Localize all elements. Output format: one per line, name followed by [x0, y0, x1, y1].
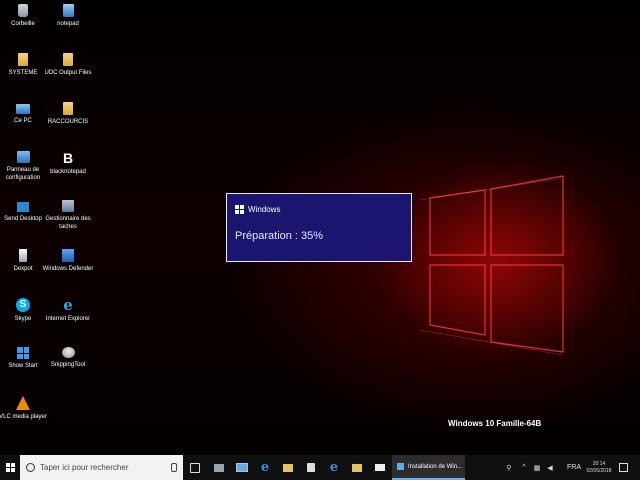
setup-progress-text: Préparation : 35%: [235, 230, 324, 242]
file-explorer-icon: [283, 463, 293, 472]
taskbar-app-button[interactable]: [210, 455, 228, 480]
tray-overflow-button[interactable]: ^: [518, 455, 530, 480]
chevron-up-icon: ^: [522, 464, 526, 471]
control-panel-icon: [16, 151, 30, 163]
folder-icon: [63, 53, 73, 66]
send-desktop-icon: [17, 202, 29, 212]
language-label: FRA: [567, 464, 581, 471]
desktop-icon-task-manager[interactable]: Gestionnaire des taches: [37, 200, 99, 231]
microphone-icon[interactable]: [171, 463, 177, 472]
desktop-icon-snipping-tool[interactable]: SnippingTool: [37, 347, 99, 369]
setup-app-icon: [397, 463, 404, 470]
taskbar-explorer-button[interactable]: [279, 455, 297, 480]
mail-icon: [375, 464, 385, 471]
show-start-icon: [17, 347, 29, 359]
notepad-icon: [62, 4, 74, 17]
action-center-button[interactable]: [616, 455, 630, 480]
store-icon: [307, 463, 315, 472]
task-view-icon: [190, 462, 200, 473]
desktop-icon-udc-output-files[interactable]: UDC Output Files: [37, 53, 99, 77]
desktop-icon-label: UDC Output Files: [44, 70, 92, 76]
notification-icon: [618, 463, 628, 472]
taskbar-app-button[interactable]: [233, 455, 251, 480]
desktop-icon-label: SnippingTool: [50, 362, 86, 368]
taskbar-running-app-windows-setup[interactable]: Installation de Win...: [392, 455, 465, 480]
windows-logo-icon: [5, 463, 15, 472]
task-manager-icon: [62, 200, 74, 212]
desktop-icon-label: Gestionnaire des taches: [45, 216, 91, 230]
desktop-icon-label: Windows Defender: [42, 266, 94, 272]
search-placeholder: Taper ici pour rechercher: [40, 463, 129, 472]
folder-icon: [63, 102, 73, 115]
taskbar-explorer-button[interactable]: [348, 455, 366, 480]
desktop-icon-label: blacknotepad: [50, 169, 86, 175]
snipping-tool-icon: [61, 347, 75, 358]
taskbar-edge-button[interactable]: e: [256, 455, 274, 480]
desktop-icon-label: VLC media player: [0, 414, 47, 420]
blacknotepad-icon: B: [62, 150, 74, 166]
this-pc-icon: [16, 104, 30, 114]
clock-date: 02/05/2018: [586, 468, 612, 474]
desktop-icon-windows-defender[interactable]: Windows Defender: [37, 249, 99, 273]
taskbar-edge-button[interactable]: e: [325, 455, 343, 480]
folder-icon: [18, 53, 28, 66]
cortana-icon: [26, 463, 35, 472]
clock-time: 20:14: [592, 461, 606, 467]
dexpot-icon: [19, 249, 27, 262]
monitor-icon: [236, 463, 248, 472]
start-button[interactable]: [0, 455, 20, 480]
desktop-icon-raccourcis[interactable]: RACCOURCIS: [37, 102, 99, 126]
desktop-icon-vlc[interactable]: VLC media player: [0, 396, 54, 421]
volume-icon: ◀: [547, 464, 553, 472]
desktop-icon-notepad[interactable]: notepad: [37, 4, 99, 28]
desktop-icon-label: Internet Explorer: [45, 316, 91, 322]
windows-defender-icon: [62, 249, 74, 262]
app-icon: [214, 463, 224, 472]
people-button[interactable]: ⚲: [503, 455, 515, 480]
taskbar-search-box[interactable]: Taper ici pour rechercher: [20, 455, 183, 480]
clock-button[interactable]: 20:14 02/05/2018: [584, 455, 614, 480]
dialog-title-row: Windows: [235, 205, 280, 214]
network-icon: ▦: [533, 464, 541, 472]
vlc-icon: [16, 396, 30, 410]
people-icon: ⚲: [506, 464, 512, 472]
desktop-icon-label: notepad: [57, 21, 79, 27]
taskbar: Taper ici pour rechercher e e Installati…: [0, 455, 640, 480]
dialog-title: Windows: [248, 205, 281, 214]
internet-explorer-icon: e: [63, 296, 73, 314]
taskbar-store-button[interactable]: [302, 455, 320, 480]
running-app-label: Installation de Win...: [408, 463, 463, 470]
windows-setup-dialog: Windows Préparation : 35%: [226, 193, 412, 262]
file-explorer-icon: [352, 463, 362, 472]
recycle-bin-icon: [18, 4, 28, 17]
taskbar-mail-button[interactable]: [371, 455, 389, 480]
network-button[interactable]: ▦: [531, 455, 543, 480]
volume-button[interactable]: ◀: [544, 455, 556, 480]
desktop-icon-internet-explorer[interactable]: e Internet Explorer: [37, 298, 99, 323]
task-view-button[interactable]: [186, 455, 204, 480]
desktop-icon-blacknotepad[interactable]: B blacknotepad: [37, 151, 99, 176]
edge-icon: e: [329, 460, 339, 475]
os-edition-watermark: Windows 10 Famille-64B: [448, 419, 542, 428]
windows-logo-icon: [235, 205, 244, 214]
edge-icon: e: [260, 460, 270, 475]
input-language-button[interactable]: FRA: [566, 455, 582, 480]
skype-icon: S: [16, 298, 30, 312]
desktop-icon-label: RACCOURCIS: [47, 119, 89, 125]
desktop: Corbeille notepad SYSTEME UDC Output Fil…: [0, 0, 640, 455]
